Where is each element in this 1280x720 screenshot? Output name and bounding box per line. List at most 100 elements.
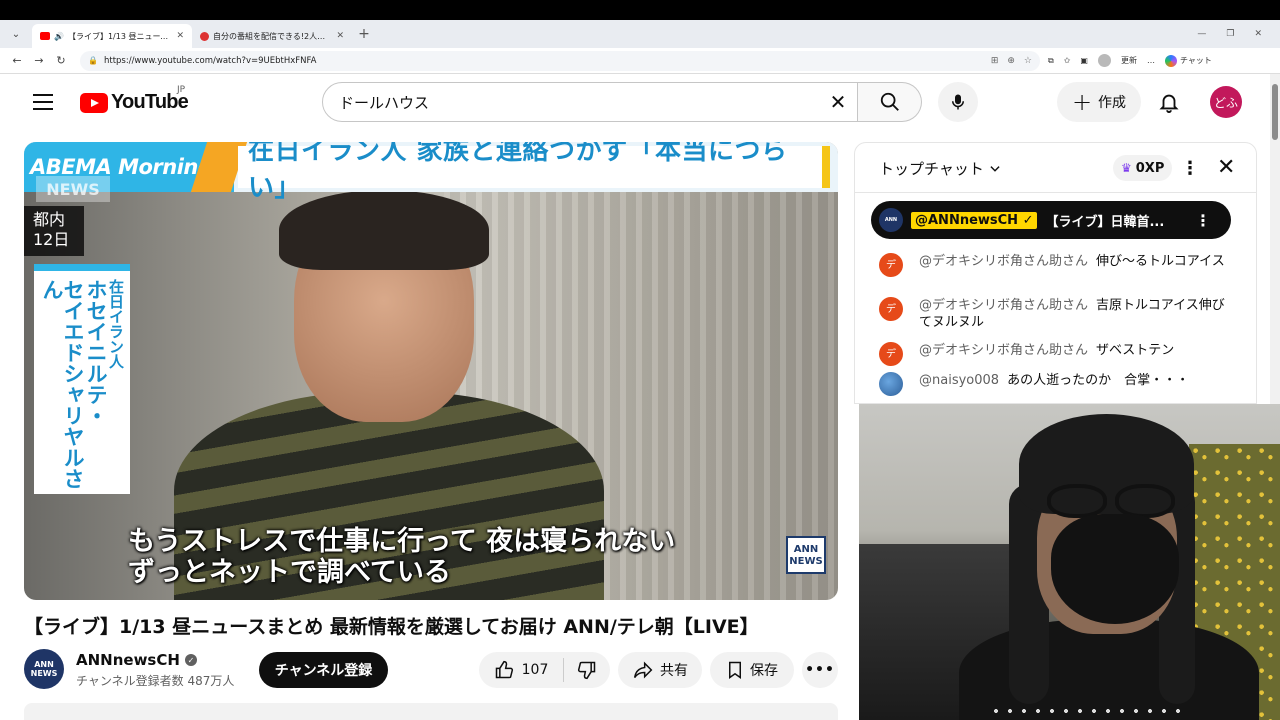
youtube-logo[interactable]: YouTube JP xyxy=(80,85,189,114)
webcam-sweater-pattern xyxy=(989,704,1189,720)
tab-close-icon[interactable]: ✕ xyxy=(336,31,344,41)
xp-badge[interactable]: ♛ 0XP xyxy=(1113,155,1173,181)
extensions-icon[interactable]: ⧉ xyxy=(1048,56,1054,66)
collections-icon[interactable]: ▣ xyxy=(1080,56,1088,65)
video-title: 【ライブ】1/13 昼ニュースまとめ 最新情報を厳選してお届け ANN/テレ朝【… xyxy=(24,616,759,638)
pinned-more-icon[interactable]: ⋮ xyxy=(1195,211,1211,230)
reload-icon[interactable]: ↻ xyxy=(50,54,72,67)
verified-check-icon: ✓ xyxy=(184,654,197,666)
minimize-button[interactable]: — xyxy=(1197,29,1206,39)
copilot-label: チャット xyxy=(1179,56,1212,65)
menu-icon[interactable] xyxy=(33,94,53,110)
subscribe-button[interactable]: チャンネル登録 xyxy=(259,652,388,688)
chat-message: デ @デオキシリボ角さん助さん 吉原トルコアイス伸びてヌルヌル xyxy=(879,297,1229,331)
site-info-icon[interactable]: 🔒 xyxy=(88,56,98,65)
thumbs-down-icon xyxy=(577,661,596,680)
subtitle-line1: もうストレスで仕事に行って 夜は寝られない xyxy=(128,526,676,557)
like-count: 107 xyxy=(521,662,549,678)
voice-search-button[interactable] xyxy=(938,82,978,122)
browser-tab-bar: ⌄ 🔊 【ライブ】1/13 昼ニュースまとめ 最新 ✕ 自分の番組を配信できる!… xyxy=(0,20,1280,48)
youtube-favicon-icon xyxy=(40,32,50,40)
channel-avatar[interactable]: ANN NEWS xyxy=(24,649,64,689)
url-field[interactable]: 🔒 https://www.youtube.com/watch?v=9UEbtH… xyxy=(80,50,1040,71)
xp-value: 0XP xyxy=(1135,160,1165,176)
chat-more-icon[interactable]: ⋮ xyxy=(1181,158,1199,179)
top-black-band xyxy=(0,0,1280,20)
chat-text: あの人逝ったのか 合掌・・・ xyxy=(1007,373,1190,388)
interviewee-name-tag: 在日イラン人 ホセイニルテ・ セイエドシャリヤルさん xyxy=(34,264,130,494)
like-button[interactable]: 107 xyxy=(479,658,564,682)
account-avatar[interactable]: どふ xyxy=(1210,86,1242,118)
search-query: ドールハウス xyxy=(339,93,430,112)
pinned-text: 【ライブ】日韓首... xyxy=(1045,214,1165,230)
chat-close-icon[interactable]: ✕ xyxy=(1217,155,1235,180)
bookmark-icon xyxy=(729,661,741,679)
create-button[interactable]: + 作成 xyxy=(1057,82,1141,122)
chat-message: デ @デオキシリボ角さん助さん ザベストテン xyxy=(879,342,1229,366)
chat-author[interactable]: @naisyo008 xyxy=(919,373,999,388)
browser-menu-button[interactable]: … xyxy=(1147,56,1155,65)
chat-author[interactable]: @デオキシリボ角さん助さん xyxy=(919,254,1088,269)
copilot-logo-icon xyxy=(1164,54,1177,67)
url-actions: ⊞ ⊕ ☆ xyxy=(991,56,1040,66)
close-window-button[interactable]: ✕ xyxy=(1254,29,1262,39)
news-headline: 在日イラン人 家族と連絡つかず「本当につらい」 xyxy=(238,142,830,203)
zoom-icon[interactable]: ⊕ xyxy=(1007,56,1015,66)
scrollbar-thumb[interactable] xyxy=(1272,84,1278,140)
clear-search-icon[interactable]: ✕ xyxy=(825,89,851,115)
subtitle-line2: ずっとネットで調べている xyxy=(128,557,451,588)
channel-name[interactable]: ANNnewsCH xyxy=(76,651,180,669)
dislike-button[interactable] xyxy=(564,660,610,680)
tab-title: 自分の番組を配信できる!2人だけでラ xyxy=(213,31,333,41)
back-arrow-icon[interactable]: ← xyxy=(6,54,28,67)
name-tag-line1: ホセイニルテ・ xyxy=(84,279,108,426)
tab-close-icon[interactable]: ✕ xyxy=(176,31,184,41)
chat-avatar[interactable] xyxy=(879,372,903,396)
subscriber-count: チャンネル登録者数 487万人 xyxy=(76,674,235,688)
chat-message: @naisyo008 あの人逝ったのか 合掌・・・ xyxy=(879,372,1229,396)
chat-header: トップチャット ♛ 0XP ⋮ ✕ xyxy=(855,143,1256,193)
video-player[interactable]: ABEMA Morning 在日イラン人 家族と連絡つかず「本当につらい」 NE… xyxy=(24,142,838,600)
webcam-person-mask xyxy=(1051,514,1179,624)
restore-button[interactable]: ❐ xyxy=(1226,29,1234,39)
like-dislike-group: 107 xyxy=(479,652,610,688)
favorites-icon[interactable]: ✩ xyxy=(1064,56,1071,65)
search-input[interactable]: ドールハウス ✕ xyxy=(322,82,858,122)
chat-avatar[interactable]: デ xyxy=(879,342,903,366)
more-actions-button[interactable]: ••• xyxy=(802,652,838,688)
tab-actions-menu-icon[interactable]: ⌄ xyxy=(0,20,32,48)
chat-author[interactable]: @デオキシリボ角さん助さん xyxy=(919,298,1088,313)
share-button[interactable]: 共有 xyxy=(618,652,702,688)
browser-tab-other[interactable]: 自分の番組を配信できる!2人だけでラ ✕ xyxy=(192,24,352,48)
chat-message: デ @デオキシリボ角さん助さん 伸び〜るトルコアイス xyxy=(879,253,1229,277)
channel-name-wrap[interactable]: ANNnewsCH ✓ xyxy=(76,651,197,669)
chat-mode-selector[interactable]: トップチャット xyxy=(879,158,1002,179)
notifications-button[interactable] xyxy=(1155,88,1183,116)
new-tab-button[interactable]: + xyxy=(352,22,376,46)
profile-icon[interactable] xyxy=(1097,54,1111,67)
browser-tab-youtube[interactable]: 🔊 【ライブ】1/13 昼ニュースまとめ 最新 ✕ xyxy=(32,24,192,48)
save-button[interactable]: 保存 xyxy=(710,652,794,688)
pinned-author-avatar: ANN xyxy=(879,208,903,232)
app-available-icon[interactable]: ⊞ xyxy=(991,56,999,66)
microphone-icon xyxy=(952,94,964,110)
chat-title: トップチャット xyxy=(879,160,984,178)
location-date: 12日 xyxy=(33,230,70,249)
copilot-button[interactable]: チャット xyxy=(1164,54,1212,67)
country-code: JP xyxy=(177,85,186,95)
live-chat-panel: トップチャット ♛ 0XP ⋮ ✕ ANN @ANNnewsCH ✓ 【ライブ】… xyxy=(854,142,1257,404)
update-button[interactable]: 更新 xyxy=(1121,55,1137,66)
create-label: 作成 xyxy=(1098,95,1127,111)
chat-author[interactable]: @デオキシリボ角さん助さん xyxy=(919,343,1088,358)
chat-text: 伸び〜るトルコアイス xyxy=(1096,254,1225,269)
favorite-star-icon[interactable]: ☆ xyxy=(1024,56,1032,66)
search-button[interactable] xyxy=(858,82,922,122)
forward-arrow-icon[interactable]: → xyxy=(28,54,50,67)
ann-news-watermark: ANN NEWS xyxy=(786,536,826,574)
audio-playing-icon[interactable]: 🔊 xyxy=(54,32,64,41)
pinned-message[interactable]: ANN @ANNnewsCH ✓ 【ライブ】日韓首... ⋮ xyxy=(871,201,1231,239)
chat-avatar[interactable]: デ xyxy=(879,253,903,277)
chat-avatar[interactable]: デ xyxy=(879,297,903,321)
browser-right-tools: ⧉ ✩ ▣ 更新 … チャット xyxy=(1048,54,1212,67)
bell-icon xyxy=(1159,94,1179,113)
